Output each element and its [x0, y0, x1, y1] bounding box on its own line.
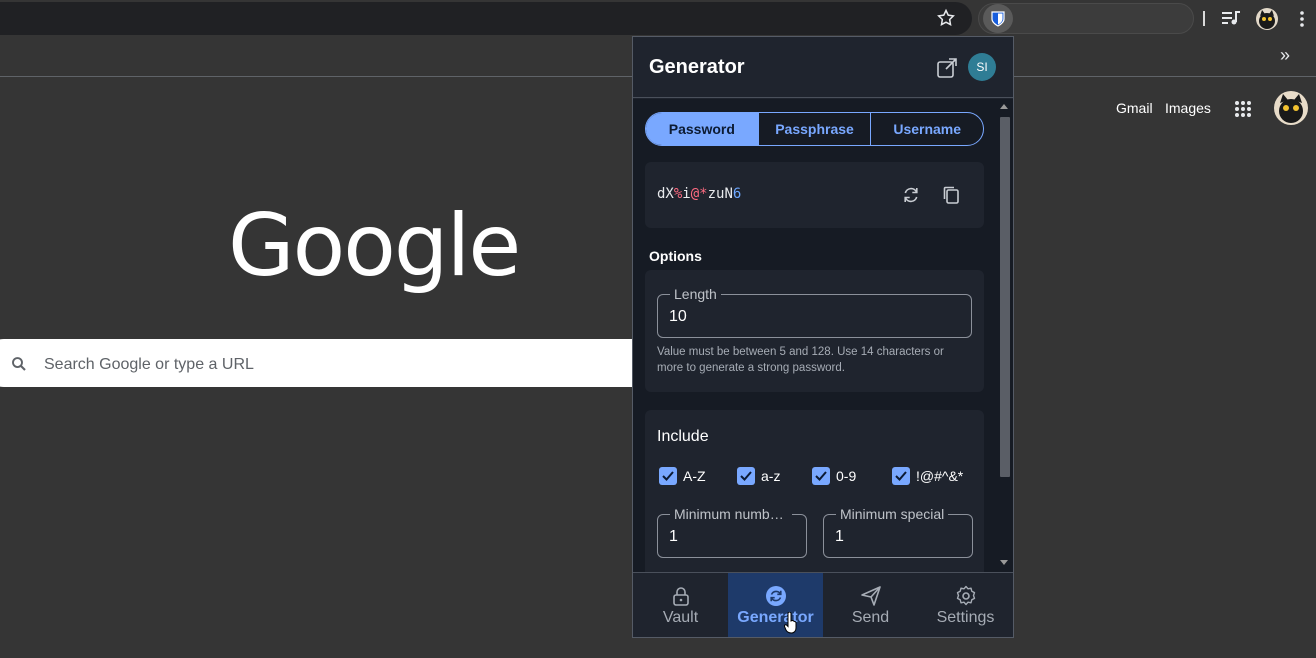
checkbox-label: 0-9 [836, 468, 857, 484]
search-icon [12, 357, 26, 371]
nav-send[interactable]: Send [823, 573, 918, 637]
bitwarden-shield-icon [991, 10, 1005, 27]
generator-icon [765, 585, 786, 606]
tab-password[interactable]: Password [646, 113, 759, 145]
popup-header: Generator SI [633, 37, 1013, 98]
popout-icon[interactable] [936, 57, 958, 79]
nav-label: Vault [662, 608, 699, 626]
scroll-up-arrow[interactable] [1000, 104, 1008, 109]
checkmark-icon [659, 467, 677, 485]
browser-menu-icon[interactable] [1297, 10, 1307, 28]
nav-generator[interactable]: Generator [728, 573, 823, 637]
bitwarden-extension-button[interactable] [983, 4, 1013, 33]
media-control-icon[interactable] [1222, 10, 1240, 26]
min-special-input[interactable]: Minimum special 1 [823, 506, 973, 558]
length-value: 10 [669, 308, 687, 325]
cat-avatar-icon [1279, 94, 1303, 123]
address-bar[interactable] [0, 2, 972, 35]
password-part: dX [657, 186, 674, 202]
generator-type-toggle: Password Passphrase Username [645, 112, 984, 146]
bookmark-star-icon[interactable] [936, 8, 956, 28]
hand-cursor-icon [784, 612, 797, 634]
generated-password-card: dX%i@*zuN6 [645, 162, 984, 228]
cat-avatar-icon [1259, 10, 1275, 29]
chevron-double-right-icon[interactable]: » [1280, 45, 1298, 65]
nav-vault[interactable]: Vault [633, 573, 728, 637]
min-special-label: Minimum special [836, 506, 949, 522]
checkmark-icon [812, 467, 830, 485]
search-input[interactable]: Search Google or type a URL [44, 356, 254, 374]
password-part-number: 6 [732, 186, 742, 202]
checkbox-label: a-z [761, 468, 781, 484]
send-icon [860, 585, 881, 606]
profile-avatar[interactable] [1256, 8, 1278, 30]
nav-label: Generator [737, 608, 814, 626]
length-card: Length 10 Value must be between 5 and 12… [645, 270, 984, 392]
scroll-down-arrow[interactable] [1000, 560, 1008, 565]
gear-icon [956, 585, 975, 605]
copy-icon[interactable] [941, 185, 961, 205]
bottom-nav: Vault Generator Send Settings [633, 572, 1013, 637]
tab-username[interactable]: Username [871, 113, 983, 145]
checkbox-numbers[interactable]: 0-9 [812, 467, 856, 485]
scrollbar-thumb[interactable] [1000, 117, 1010, 477]
password-part: zuN [707, 186, 733, 202]
images-link[interactable]: Images [1165, 100, 1211, 116]
apps-grid-icon[interactable] [1234, 100, 1252, 118]
account-avatar[interactable]: SI [968, 53, 996, 81]
options-heading: Options [649, 248, 702, 264]
nav-label: Settings [936, 608, 995, 626]
checkmark-icon [737, 467, 755, 485]
checkmark-icon [892, 467, 910, 485]
checkbox-label: !@#^&* [916, 468, 964, 484]
include-card: Include A-Z a-z 0-9 !@#^&* Minimum numbe… [645, 410, 984, 580]
page-title: Generator [649, 56, 745, 78]
length-hint: Value must be between 5 and 128. Use 14 … [657, 346, 944, 374]
google-account-avatar[interactable] [1274, 91, 1308, 125]
lock-icon [672, 586, 689, 606]
gmail-link[interactable]: Gmail [1116, 100, 1153, 116]
length-input[interactable]: Length 10 [657, 286, 972, 338]
google-logo: Google [228, 196, 521, 296]
min-numbers-label: Minimum numbers [670, 506, 792, 522]
regenerate-icon[interactable] [901, 185, 921, 205]
password-part: i [682, 186, 691, 202]
nav-settings[interactable]: Settings [918, 573, 1013, 637]
min-numbers-input[interactable]: Minimum numbers 1 [657, 506, 807, 558]
generated-password[interactable]: dX%i@*zuN6 [657, 186, 741, 202]
bitwarden-popup: Generator SI Password Passphrase Usernam… [632, 36, 1014, 638]
password-part-special: @* [690, 186, 708, 202]
include-heading: Include [657, 428, 709, 445]
checkbox-special[interactable]: !@#^&* [892, 467, 963, 485]
toolbar-separator [1203, 11, 1205, 26]
tab-passphrase[interactable]: Passphrase [759, 113, 872, 145]
checkbox-lowercase[interactable]: a-z [737, 467, 780, 485]
min-special-value: 1 [835, 528, 844, 545]
min-numbers-value: 1 [669, 528, 678, 545]
checkbox-uppercase[interactable]: A-Z [659, 467, 706, 485]
length-label: Length [670, 286, 721, 302]
browser-toolbar [0, 0, 1316, 37]
checkbox-label: A-Z [683, 468, 706, 484]
nav-label: Send [851, 608, 890, 626]
